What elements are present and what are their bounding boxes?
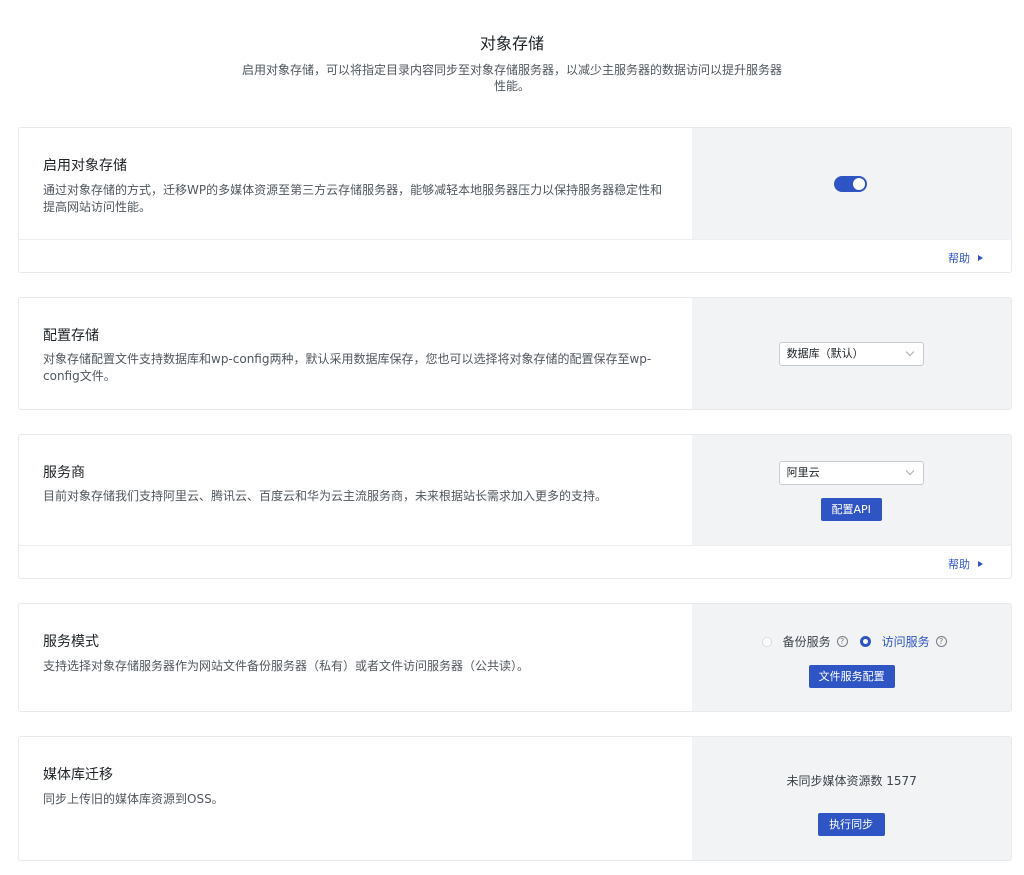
- card-enable-left: 启用对象存储 通过对象存储的方式，迁移WP的多媒体资源至第三方云存储服务器，能够…: [19, 128, 692, 239]
- storage-config-select[interactable]: 数据库（默认）: [778, 342, 924, 366]
- section-desc-provider: 目前对象存储我们支持阿里云、腾讯云、百度云和华为云主流服务商，未来根据站长需求加…: [43, 489, 608, 503]
- card-provider: 服务商 目前对象存储我们支持阿里云、腾讯云、百度云和华为云主流服务商，未来根据站…: [18, 434, 1012, 579]
- radio-access-indicator[interactable]: [859, 636, 871, 647]
- card-config-storage: 配置存储 对象存储配置文件支持数据库和wp-config两种，默认采用数据库保存…: [18, 297, 1012, 410]
- card-provider-right: 阿里云 配置API: [691, 435, 1011, 545]
- card-provider-footer: 帮助: [19, 545, 1011, 578]
- provider-select[interactable]: 阿里云: [778, 461, 924, 485]
- configure-api-button[interactable]: 配置API: [820, 498, 882, 521]
- card-enable-storage: 启用对象存储 通过对象存储的方式，迁移WP的多媒体资源至第三方云存储服务器，能够…: [18, 127, 1012, 273]
- unsynced-media-count: 未同步媒体资源数 1577: [786, 774, 917, 788]
- toggle-knob: [852, 178, 865, 190]
- card-enable-footer: 帮助: [19, 239, 1011, 272]
- section-title-provider: 服务商: [43, 465, 85, 481]
- radio-backup-service[interactable]: 备份服务 ?: [761, 633, 848, 650]
- help-link-label: 帮助: [948, 558, 970, 571]
- card-media-migration: 媒体库迁移 同步上传旧的媒体库资源到OSS。 未同步媒体资源数 1577 执行同…: [18, 736, 1012, 861]
- section-desc-config: 对象存储配置文件支持数据库和wp-config两种，默认采用数据库保存，您也可以…: [43, 352, 652, 383]
- card-service-mode: 服务模式 支持选择对象存储服务器作为网站文件备份服务器（私有）或者文件访问服务器…: [18, 603, 1012, 712]
- card-mode-right: 备份服务 ? 访问服务 ? 文件服务配置: [691, 604, 1011, 711]
- section-desc-enable: 通过对象存储的方式，迁移WP的多媒体资源至第三方云存储服务器，能够减轻本地服务器…: [43, 183, 663, 214]
- card-migrate-left: 媒体库迁移 同步上传旧的媒体库资源到OSS。: [19, 737, 692, 860]
- radio-backup-label: 备份服务: [782, 635, 831, 649]
- provider-select-value: 阿里云: [786, 466, 820, 479]
- caret-right-icon: [978, 561, 983, 567]
- card-enable-right: [691, 128, 1011, 239]
- help-question-icon[interactable]: ?: [935, 636, 947, 647]
- radio-backup-indicator[interactable]: [761, 636, 772, 647]
- section-desc-migrate: 同步上传旧的媒体库资源到OSS。: [43, 792, 224, 806]
- section-desc-mode: 支持选择对象存储服务器作为网站文件备份服务器（私有）或者文件访问服务器（公共读）…: [43, 659, 530, 673]
- file-service-config-button[interactable]: 文件服务配置: [808, 665, 895, 688]
- card-provider-left: 服务商 目前对象存储我们支持阿里云、腾讯云、百度云和华为云主流服务商，未来根据站…: [19, 435, 692, 545]
- section-title-mode: 服务模式: [43, 634, 99, 650]
- storage-config-select-value: 数据库（默认）: [786, 347, 864, 360]
- help-link-provider[interactable]: 帮助: [948, 556, 983, 572]
- page-title: 对象存储: [479, 34, 544, 53]
- section-title-enable: 启用对象存储: [43, 158, 127, 174]
- page-description: 启用对象存储，可以将指定目录内容同步至对象存储服务器，以减少主服务器的数据访问以…: [242, 63, 783, 93]
- card-config-right: 数据库（默认）: [691, 298, 1011, 409]
- help-link-label: 帮助: [948, 252, 970, 265]
- card-config-left: 配置存储 对象存储配置文件支持数据库和wp-config两种，默认采用数据库保存…: [19, 298, 692, 409]
- help-link-enable[interactable]: 帮助: [948, 250, 983, 266]
- help-question-icon[interactable]: ?: [836, 636, 848, 647]
- radio-access-label: 访问服务: [881, 635, 930, 649]
- card-migrate-right: 未同步媒体资源数 1577 执行同步: [691, 737, 1011, 860]
- caret-right-icon: [978, 255, 983, 261]
- section-title-config: 配置存储: [43, 328, 99, 344]
- chevron-down-icon: [905, 466, 914, 476]
- radio-access-service[interactable]: 访问服务 ?: [859, 633, 947, 650]
- section-title-migrate: 媒体库迁移: [43, 767, 113, 783]
- chevron-down-icon: [905, 347, 914, 357]
- card-mode-left: 服务模式 支持选择对象存储服务器作为网站文件备份服务器（私有）或者文件访问服务器…: [19, 604, 692, 711]
- enable-storage-toggle[interactable]: [833, 176, 867, 192]
- run-sync-button[interactable]: 执行同步: [817, 813, 885, 836]
